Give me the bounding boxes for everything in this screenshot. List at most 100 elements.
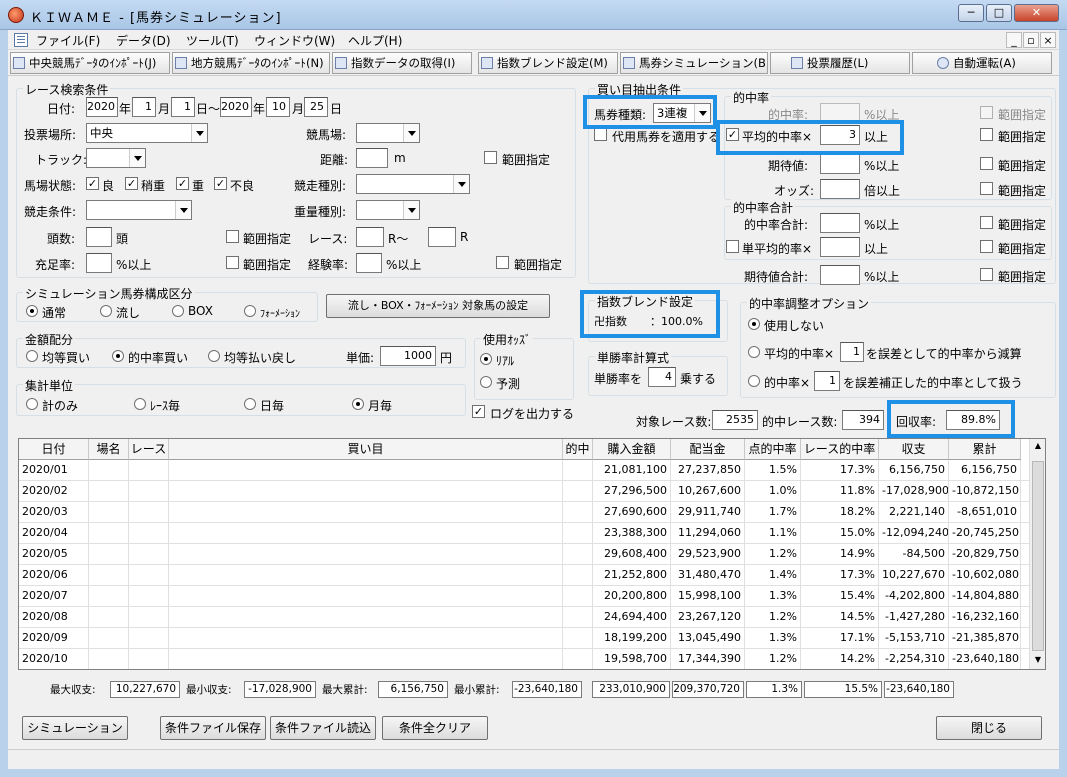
adjust-none-radio[interactable] xyxy=(748,318,760,330)
avg-hit-range-checkbox[interactable] xyxy=(980,128,993,141)
save-conditions-button[interactable]: 条件ファイル保存 xyxy=(160,716,266,740)
adjust-subtract-input[interactable]: 1 xyxy=(840,342,864,362)
column-header[interactable]: 的中 xyxy=(563,439,593,460)
menu-tool[interactable]: ツール(T) xyxy=(186,32,239,49)
table-row[interactable]: 2020/10 19,598,700 17,344,390 1.2% 14.2% -2,2… xyxy=(19,649,1031,669)
distance-input[interactable] xyxy=(356,148,388,168)
fill-range-checkbox[interactable] xyxy=(226,256,239,269)
agg-day-radio[interactable] xyxy=(244,398,256,410)
agg-total-radio[interactable] xyxy=(26,398,38,410)
ground-bad-checkbox[interactable]: ✓ xyxy=(214,177,227,190)
single-avg-range-checkbox[interactable] xyxy=(980,240,993,253)
target-horse-setting-button[interactable]: 流し・BOX・ﾌｫｰﾒｰｼｮﾝ 対象馬の設定 xyxy=(326,294,550,318)
money-equal-payout-radio[interactable] xyxy=(208,350,220,362)
end-day-input[interactable]: 25 xyxy=(304,97,328,117)
weight-type-select[interactable] xyxy=(356,200,420,220)
ground-heavy-checkbox[interactable]: ✓ xyxy=(176,177,189,190)
start-day-input[interactable]: 1 xyxy=(171,97,195,117)
index-blend-button[interactable]: 指数ブレンド設定(M) xyxy=(478,52,618,74)
results-grid[interactable]: 日付 場名 レース 買い目 的中 購入金額 配当金 点的中率 レース的中率 収支 累計 2020/0… xyxy=(18,438,1046,670)
column-header[interactable]: 日付 xyxy=(19,439,89,460)
column-header[interactable]: 累計 xyxy=(949,439,1021,460)
agg-race-radio[interactable] xyxy=(134,398,146,410)
table-row[interactable]: 2020/06 21,252,800 31,480,470 1.4% 17.3% 10,2… xyxy=(19,565,1031,586)
sim-normal-radio[interactable] xyxy=(26,305,38,317)
experience-input[interactable] xyxy=(356,253,382,273)
track-select[interactable] xyxy=(86,148,146,168)
race-from-input[interactable] xyxy=(356,227,384,247)
sim-formation-radio[interactable] xyxy=(244,305,256,317)
distance-range-checkbox[interactable] xyxy=(484,151,497,164)
scroll-down-icon[interactable]: ▼ xyxy=(1032,655,1044,667)
ticket-sim-button[interactable]: 馬券シミュレーション(B) xyxy=(620,52,768,74)
hit-rate-range-checkbox[interactable] xyxy=(980,106,993,119)
output-log-checkbox[interactable]: ✓ xyxy=(472,405,485,418)
minimize-button[interactable]: ─ xyxy=(958,4,984,22)
hit-sum-range-checkbox[interactable] xyxy=(980,216,993,229)
expected-sum-range-checkbox[interactable] xyxy=(980,268,993,281)
sim-box-radio[interactable] xyxy=(172,305,184,317)
single-avg-checkbox[interactable] xyxy=(726,240,739,253)
expected-range-checkbox[interactable] xyxy=(980,157,993,170)
race-to-input[interactable] xyxy=(428,227,456,247)
vertical-scrollbar[interactable]: ▲ ▼ xyxy=(1029,439,1045,669)
race-condition-select[interactable] xyxy=(86,200,192,220)
money-hitrate-radio[interactable] xyxy=(112,350,124,362)
close-button[interactable]: 閉じる xyxy=(936,716,1042,740)
column-header[interactable]: 場名 xyxy=(89,439,129,460)
scroll-thumb[interactable] xyxy=(1032,461,1044,651)
column-header[interactable]: 配当金 xyxy=(671,439,745,460)
mdi-close-button[interactable]: × xyxy=(1040,32,1056,48)
expected-sum-input[interactable] xyxy=(820,265,860,285)
scroll-up-icon[interactable]: ▲ xyxy=(1032,441,1044,453)
table-row[interactable]: 2020/02 27,296,500 10,267,600 1.0% 11.8% -17,… xyxy=(19,481,1031,502)
substitute-ticket-checkbox[interactable] xyxy=(594,128,607,141)
column-header[interactable]: レース的中率 xyxy=(801,439,879,460)
maximize-button[interactable]: □ xyxy=(986,4,1012,22)
mdi-restore-button[interactable]: ▫ xyxy=(1023,32,1039,48)
load-conditions-button[interactable]: 条件ファイル読込 xyxy=(270,716,376,740)
sim-nagashi-radio[interactable] xyxy=(100,305,112,317)
table-row[interactable]: 2020/05 29,608,400 29,523,900 1.2% 14.9% -84,… xyxy=(19,544,1031,565)
close-window-button[interactable]: ✕ xyxy=(1014,4,1059,22)
column-header[interactable]: 買い目 xyxy=(169,439,563,460)
import-nar-button[interactable]: 地方競馬ﾃﾞｰﾀのｲﾝﾎﾟｰﾄ(N) xyxy=(172,52,330,74)
start-year-input[interactable]: 2020 xyxy=(86,97,118,117)
end-year-input[interactable]: 2020 xyxy=(220,97,252,117)
win-rate-power-input[interactable]: 4 xyxy=(648,367,676,387)
single-avg-input[interactable] xyxy=(820,237,860,257)
odds-threshold-input[interactable] xyxy=(820,179,860,199)
agg-month-radio[interactable] xyxy=(352,398,364,410)
heads-input[interactable] xyxy=(86,227,112,247)
unit-price-input[interactable]: 1000 xyxy=(380,346,436,366)
adjust-correct-radio[interactable] xyxy=(748,375,760,387)
table-row[interactable]: 2020/01 21,081,100 27,237,850 1.5% 17.3% 6,15… xyxy=(19,460,1031,481)
table-row[interactable]: 2020/07 20,200,800 15,998,100 1.3% 15.4% -4,2… xyxy=(19,586,1031,607)
table-row[interactable]: 2020/04 23,388,300 11,294,060 1.1% 15.0% -12,… xyxy=(19,523,1031,544)
odds-forecast-radio[interactable] xyxy=(480,376,492,388)
import-jra-button[interactable]: 中央競馬ﾃﾞｰﾀのｲﾝﾎﾟｰﾄ(J) xyxy=(10,52,170,74)
menu-file[interactable]: ファイル(F) xyxy=(36,32,100,49)
odds-real-radio[interactable] xyxy=(480,353,492,365)
start-month-input[interactable]: 1 xyxy=(132,97,156,117)
table-row[interactable]: 2020/03 27,690,600 29,911,740 1.7% 18.2% 2,22… xyxy=(19,502,1031,523)
menu-help[interactable]: ヘルプ(H) xyxy=(348,32,402,49)
column-header[interactable]: 収支 xyxy=(879,439,949,460)
column-header[interactable]: 点的中率 xyxy=(745,439,801,460)
ground-good-checkbox[interactable]: ✓ xyxy=(86,177,99,190)
adjust-subtract-radio[interactable] xyxy=(748,346,760,358)
auto-run-button[interactable]: 自動運転(A) xyxy=(912,52,1052,74)
fill-rate-input[interactable] xyxy=(86,253,112,273)
menu-window[interactable]: ウィンドウ(W) xyxy=(254,32,335,49)
fetch-index-button[interactable]: 指数データの取得(I) xyxy=(332,52,472,74)
menu-data[interactable]: データ(D) xyxy=(116,32,171,49)
column-header[interactable]: 購入金額 xyxy=(593,439,671,460)
adjust-correct-input[interactable]: 1 xyxy=(814,371,840,391)
mdi-minimize-button[interactable]: _ xyxy=(1006,32,1022,48)
end-month-input[interactable]: 10 xyxy=(266,97,290,117)
race-type-select[interactable] xyxy=(356,174,470,194)
ground-slightly-heavy-checkbox[interactable]: ✓ xyxy=(125,177,138,190)
simulation-button[interactable]: シミュレーション xyxy=(22,716,128,740)
column-header[interactable]: レース xyxy=(129,439,169,460)
table-row[interactable]: 2020/08 24,694,400 23,267,120 1.2% 14.5% -1,4… xyxy=(19,607,1031,628)
